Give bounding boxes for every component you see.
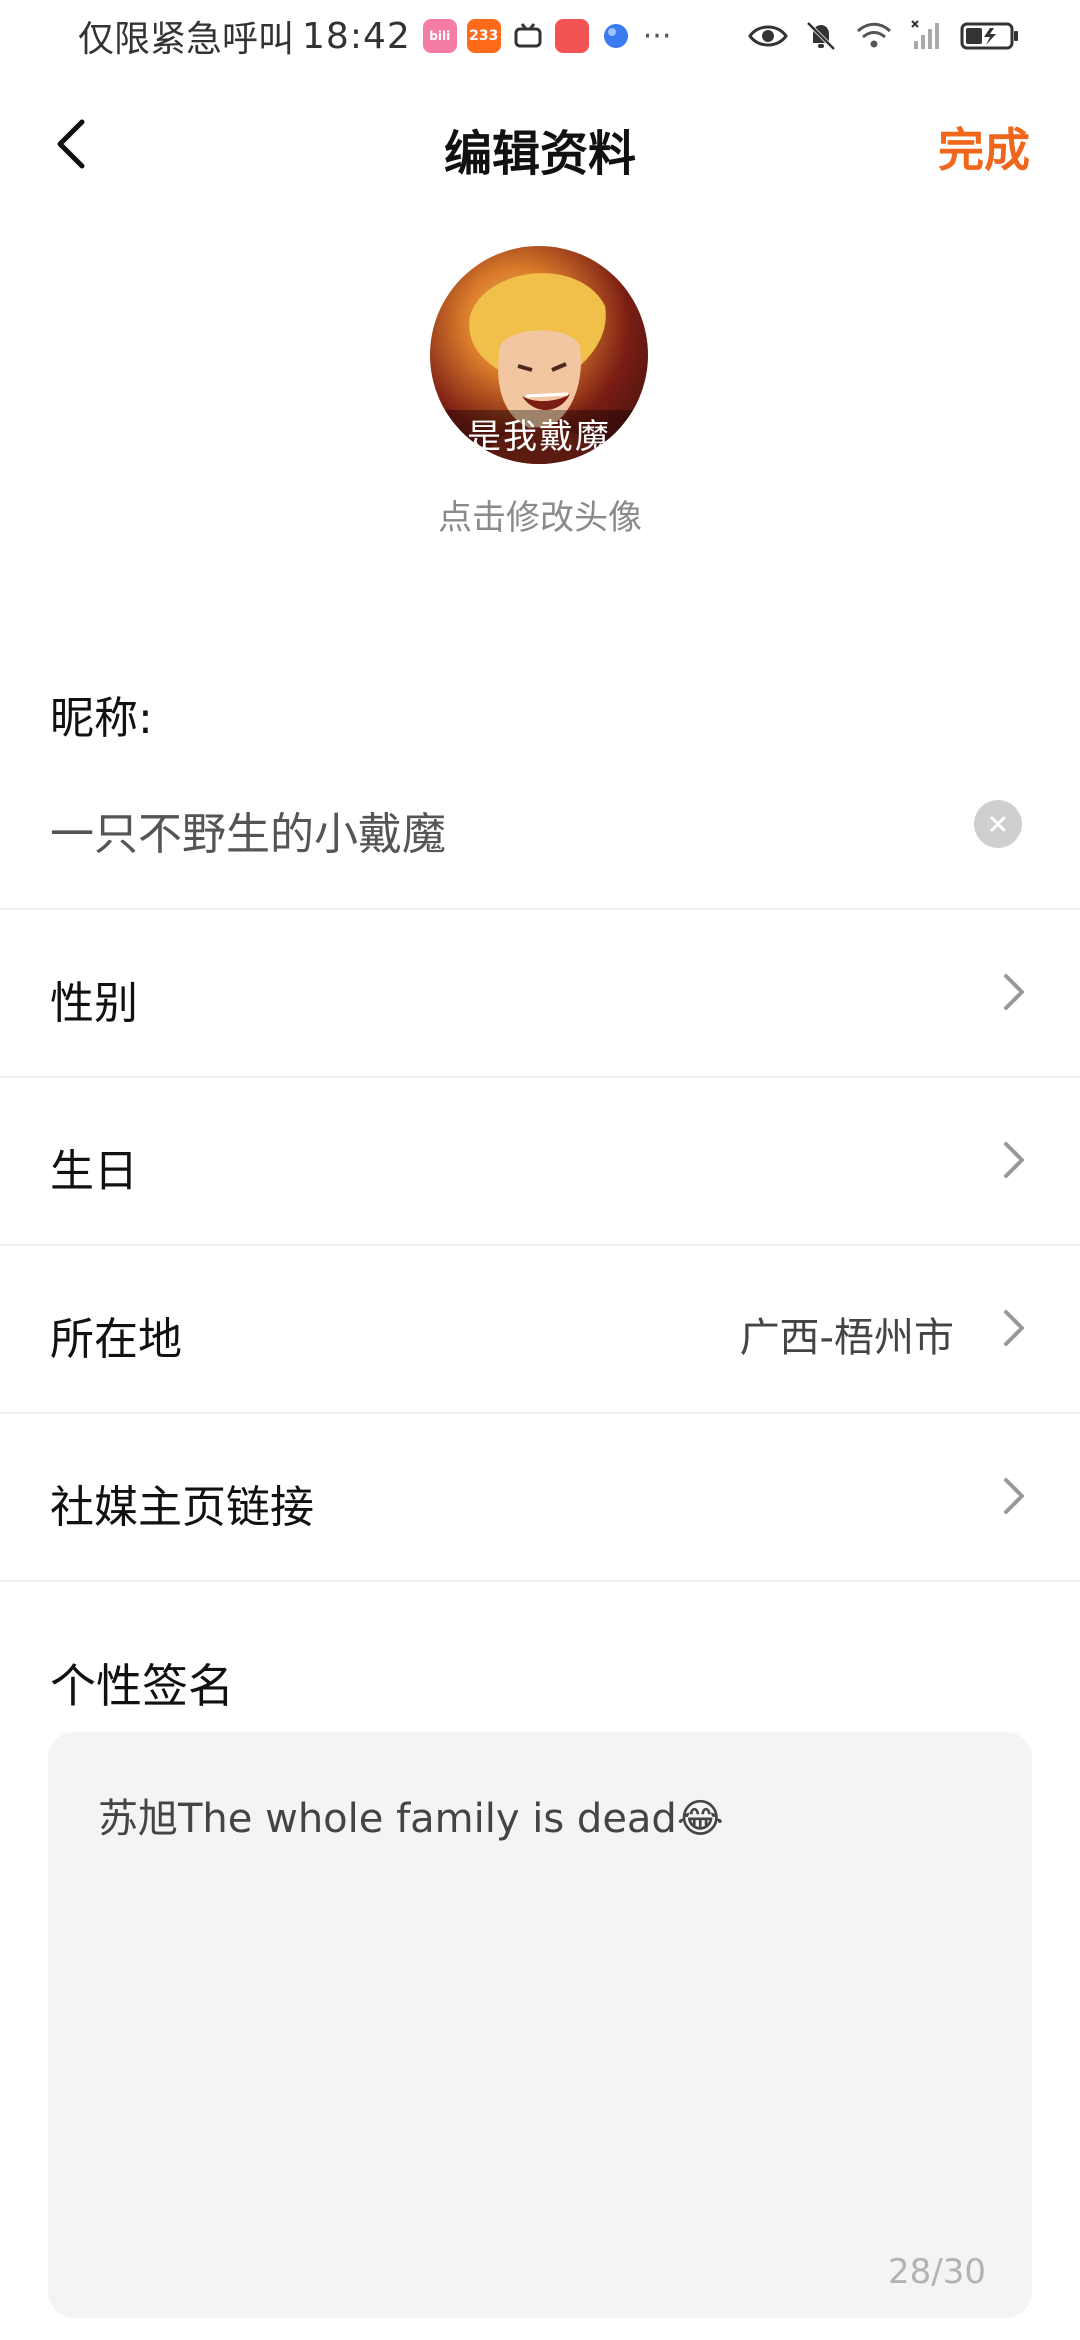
done-button[interactable]: 完成 <box>938 114 1030 180</box>
status-right <box>748 19 1020 53</box>
row-location[interactable]: 所在地 广西-梧州市 <box>0 1246 1080 1412</box>
avatar[interactable]: 是我戴魔 <box>430 246 648 464</box>
browser-icon <box>599 19 633 53</box>
signature-char-counter: 28/30 <box>888 2252 986 2292</box>
chevron-right-icon <box>1004 1142 1024 1178</box>
bilibili-icon-label: bili <box>429 29 451 43</box>
eye-icon <box>748 25 788 47</box>
chevron-right-icon <box>1004 1478 1024 1514</box>
divider <box>0 1580 1080 1582</box>
row-gender[interactable]: 性别 <box>0 910 1080 1076</box>
status-bar: 仅限紧急呼叫 18:42 bili 233 ··· <box>0 0 1080 72</box>
row-birthday[interactable]: 生日 <box>0 1078 1080 1244</box>
signature-label: 个性签名 <box>50 1659 234 1713</box>
wifi-icon <box>856 22 892 48</box>
carrier-text: 仅限紧急呼叫 <box>78 19 295 60</box>
chevron-right-icon <box>1004 1310 1024 1346</box>
nav-bar: 编辑资料 完成 <box>0 80 1080 210</box>
row-label-location: 所在地 <box>50 1314 182 1365</box>
row-value-location: 广西-梧州市 <box>739 1315 954 1361</box>
signature-textarea[interactable]: 苏旭The whole family is dead😂 28/30 <box>48 1732 1032 2318</box>
233-icon: 233 <box>466 19 501 53</box>
avatar-overlay-text: 是我戴魔 <box>430 410 648 464</box>
status-time: 18:42 <box>302 15 411 57</box>
battery-icon <box>960 22 1018 50</box>
row-label-birthday: 生日 <box>50 1146 138 1197</box>
nickname-label: 昵称: <box>50 693 153 744</box>
change-avatar-hint[interactable]: 点击修改头像 <box>0 490 1080 539</box>
nickname-input[interactable]: 一只不野生的小戴魔 <box>50 798 446 862</box>
signature-text: 苏旭The whole family is dead😂 <box>98 1796 724 1842</box>
status-left: 仅限紧急呼叫 18:42 bili 233 ··· <box>78 10 671 62</box>
row-label-gender: 性别 <box>50 978 138 1029</box>
huawei-icon <box>554 19 589 53</box>
bilibili-icon: bili <box>422 19 457 53</box>
mute-bell-icon <box>806 21 836 51</box>
more-notifications-icon: ··· <box>642 18 672 54</box>
row-label-social-link: 社媒主页链接 <box>50 1482 314 1533</box>
page-title: 编辑资料 <box>443 126 636 182</box>
233-icon-label: 233 <box>469 28 499 44</box>
signal-icon <box>911 20 939 49</box>
tv-icon <box>511 19 545 53</box>
clear-icon[interactable] <box>974 800 1022 848</box>
row-social-link[interactable]: 社媒主页链接 <box>0 1414 1080 1580</box>
chevron-right-icon <box>1004 974 1024 1010</box>
